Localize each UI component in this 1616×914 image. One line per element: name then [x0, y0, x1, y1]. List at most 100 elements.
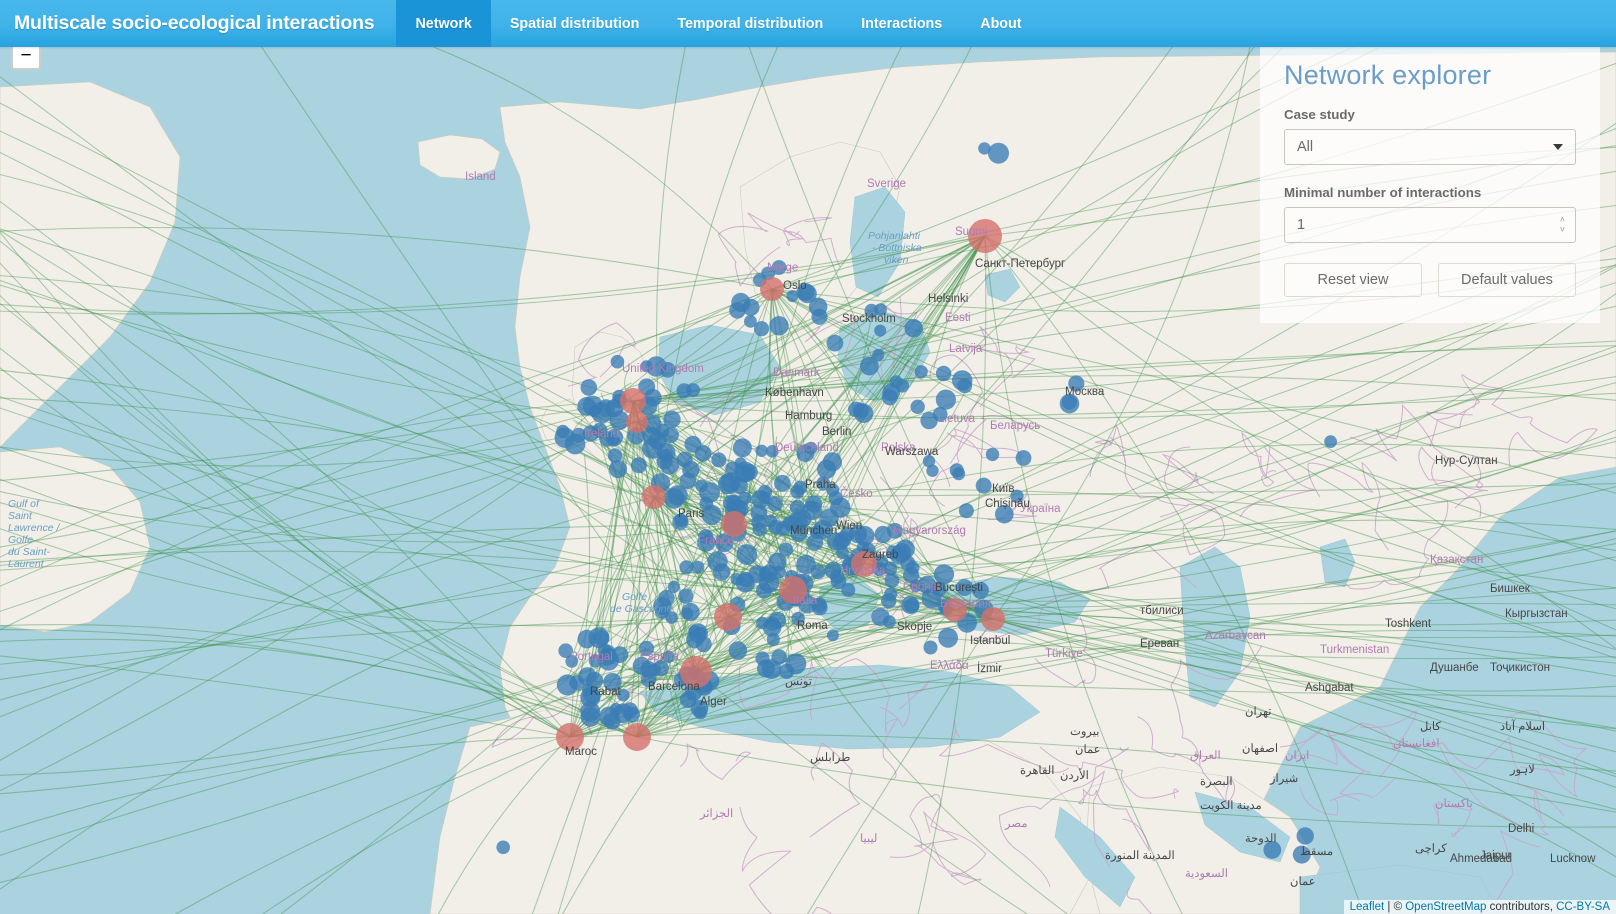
- map-city-label-26: طرابلس: [810, 751, 850, 764]
- network-node: [676, 383, 692, 399]
- map-water-label-0: Pohjanlahti: [868, 230, 921, 242]
- map-city-label-53: الدوحة: [1245, 832, 1277, 845]
- app-root: Multiscale socio-ecological interactions…: [0, 0, 1616, 914]
- network-node: [609, 703, 623, 716]
- network-node: [732, 438, 752, 458]
- map-country-label-33: السعودية: [1185, 867, 1228, 880]
- leaflet-link[interactable]: Leaflet: [1350, 901, 1385, 913]
- map-attribution: Leaflet | © OpenStreetMap contributors, …: [1343, 900, 1616, 914]
- openstreetmap-link[interactable]: OpenStreetMap: [1405, 901, 1486, 913]
- network-node: [607, 448, 623, 463]
- network-node: [771, 649, 787, 665]
- network-hub-node: [760, 277, 784, 301]
- network-node: [860, 356, 879, 376]
- network-node: [582, 395, 603, 416]
- map-city-label-3: Санкт-Петербург: [975, 258, 1065, 270]
- map-city-label-20: İzmir: [977, 662, 1002, 675]
- map-city-label-9: Praha: [805, 479, 836, 491]
- network-node: [848, 401, 864, 418]
- map-country-label-15: France: [698, 535, 734, 547]
- map-city-label-44: كابل: [1420, 720, 1441, 733]
- network-node: [730, 573, 743, 586]
- map-country-label-10: Deutschland: [775, 442, 839, 454]
- map-country-label-6: Latvija: [949, 343, 983, 355]
- map-country-label-16: Magyarország: [893, 525, 966, 537]
- network-node: [938, 627, 958, 648]
- case-study-select[interactable]: All: [1284, 129, 1576, 165]
- map-city-label-34: تهران: [1245, 705, 1272, 718]
- network-hub-node: [623, 723, 651, 751]
- network-node: [1296, 827, 1314, 845]
- panel-buttons: Reset view Default values: [1284, 263, 1576, 297]
- network-node: [663, 410, 681, 429]
- network-node: [978, 142, 991, 155]
- map-city-label-46: لاہور: [1509, 763, 1535, 776]
- nav-item-interactions[interactable]: Interactions: [842, 0, 961, 47]
- license-link[interactable]: CC-BY-SA: [1556, 901, 1610, 913]
- map-water-label-10: Laurent: [8, 558, 45, 570]
- map-water-label-5: Gulf of: [8, 498, 40, 510]
- attribution-copyright: ©: [1393, 901, 1406, 913]
- network-node: [593, 629, 610, 646]
- attribution-separator: |: [1384, 901, 1394, 913]
- map-city-label-18: Skopje: [897, 621, 932, 633]
- map-water-label-7: Lawrence /: [8, 522, 60, 534]
- nav-item-spatial-distribution[interactable]: Spatial distribution: [491, 0, 658, 47]
- map-city-label-24: تونس: [785, 676, 812, 688]
- default-values-button[interactable]: Default values: [1438, 263, 1576, 297]
- nav-item-network[interactable]: Network: [396, 0, 491, 47]
- nav-item-about[interactable]: About: [961, 0, 1040, 47]
- map-country-label-22: Portugal: [570, 651, 613, 663]
- map-city-label-47: Delhi: [1508, 823, 1534, 835]
- network-node: [817, 459, 837, 479]
- network-node: [808, 297, 828, 317]
- reset-view-button[interactable]: Reset view: [1284, 263, 1422, 297]
- map-city-label-50: Ahmedabad: [1450, 853, 1512, 865]
- network-node: [624, 706, 640, 723]
- map-country-label-7: Lietuva: [938, 413, 976, 425]
- stepper-down-icon[interactable]: ˅: [1560, 225, 1565, 234]
- map-city-label-16: București: [935, 582, 983, 594]
- network-node: [758, 491, 771, 504]
- network-node: [580, 379, 598, 396]
- map-city-label-41: Кыргызстан: [1505, 608, 1568, 620]
- min-interactions-input[interactable]: 1 ˄ ˅: [1284, 207, 1576, 243]
- number-stepper[interactable]: ˄ ˅: [1560, 215, 1565, 234]
- nav-item-temporal-distribution[interactable]: Temporal distribution: [658, 0, 842, 47]
- network-node: [556, 674, 578, 696]
- map-country-label-0: Island: [465, 171, 496, 183]
- network-node: [881, 593, 897, 609]
- map-country-label-2: Sverige: [867, 178, 906, 190]
- map-country-label-26: ليبيا: [860, 832, 877, 845]
- app-title: Multiscale socio-ecological interactions: [14, 12, 375, 34]
- map-city-label-21: Barcelona: [648, 681, 700, 693]
- map-water-label-3: Golfe: [622, 591, 647, 603]
- network-node: [752, 522, 767, 537]
- network-node: [926, 464, 939, 477]
- map-city-label-52: عمان: [1290, 875, 1315, 888]
- network-node: [681, 602, 700, 621]
- network-node: [662, 427, 679, 443]
- map-city-label-33: اصفهان: [1242, 742, 1278, 755]
- map-country-label-14: Česko: [840, 487, 873, 500]
- network-node: [663, 488, 685, 509]
- map-country-label-30: Қазақстан: [1430, 554, 1483, 566]
- map-country-label-24: Ελλάδα: [930, 660, 969, 672]
- network-node: [923, 640, 938, 655]
- network-node: [769, 316, 789, 336]
- stepper-up-icon[interactable]: ˄: [1560, 215, 1565, 224]
- network-node: [789, 499, 805, 515]
- map-city-label-23: Alger: [700, 696, 727, 708]
- map-water-label-1: - Bottniska: [872, 242, 922, 254]
- network-node: [693, 706, 707, 720]
- map-country-label-12: Беларусь: [990, 420, 1040, 432]
- network-explorer-panel: Network explorer Case study All Minimal …: [1260, 38, 1600, 323]
- chevron-down-icon: [1553, 144, 1563, 150]
- map-city-label-2: Helsinki: [928, 293, 968, 305]
- network-node: [802, 500, 822, 521]
- network-node: [874, 324, 887, 337]
- map-city-label-5: Hamburg: [785, 410, 832, 422]
- network-node: [985, 447, 1000, 462]
- network-node: [608, 460, 628, 479]
- network-node: [693, 626, 707, 640]
